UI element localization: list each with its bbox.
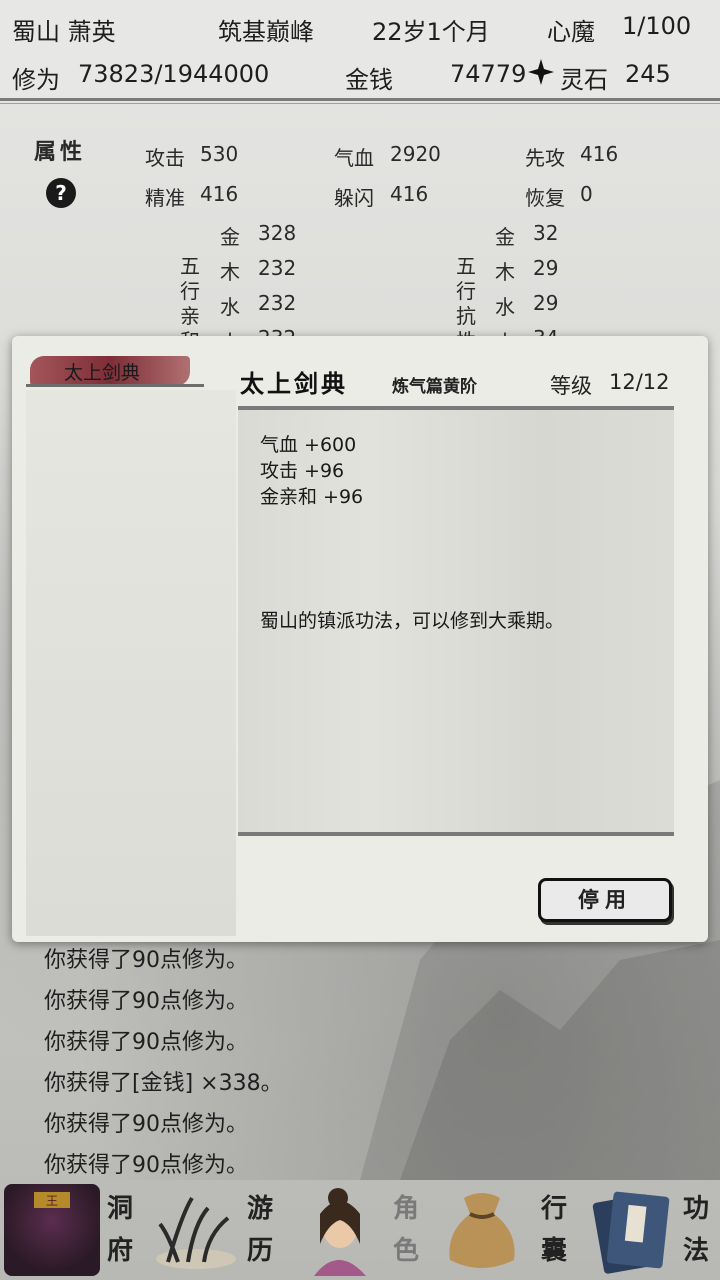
log-line: 你获得了90点修为。: [44, 948, 248, 973]
nav-label-char: 法: [682, 1236, 709, 1266]
spirit-stone-label: 灵石: [560, 66, 608, 94]
nav-cave-palace[interactable]: 王 洞 府: [0, 1180, 144, 1280]
resistance-element-value: 29: [533, 256, 559, 280]
stat-label: 精准: [145, 186, 185, 210]
nav-bag[interactable]: 行 囊: [432, 1180, 576, 1280]
cultivation-label: 修为: [12, 66, 60, 94]
nav-label-char: 功: [682, 1194, 709, 1224]
cultivation-value: 73823/1944000: [78, 60, 270, 88]
tab-underline: [26, 384, 204, 387]
stat-label: 先攻: [525, 146, 565, 170]
stat-value: 416: [390, 182, 429, 206]
help-icon[interactable]: ?: [46, 178, 76, 208]
stat-value: 416: [200, 182, 239, 206]
nav-techniques[interactable]: 功 法: [576, 1180, 720, 1280]
bottom-nav: 王 洞 府 游 历 角 色 行 囊 功 法: [0, 1180, 720, 1280]
status-bar: 蜀山 萧英 筑基巅峰 22岁1个月 心魔 1/100 修为 73823/1944…: [0, 0, 720, 100]
log-line: 你获得了90点修为。: [44, 1112, 248, 1137]
stat-value: 2920: [390, 142, 441, 166]
stat-value: 0: [580, 182, 593, 206]
nav-label-char: 历: [246, 1236, 273, 1266]
nav-travel[interactable]: 游 历: [144, 1180, 288, 1280]
attribute-panel: 属性 ? 攻击 530 气血 2920 先攻 416 精准 416 躲闪 416…: [0, 104, 720, 354]
cave-palace-icon: 王: [4, 1184, 100, 1276]
message-log[interactable]: 你获得了90点修为。 你获得了90点修为。 你获得了90点修为。 你获得了[金钱…: [0, 940, 720, 1180]
nav-character[interactable]: 角 色: [288, 1180, 432, 1280]
scroll-books-icon: [586, 1184, 682, 1276]
stat-label: 恢复: [525, 186, 565, 210]
status-row-1: 蜀山 萧英 筑基巅峰 22岁1个月 心魔 1/100: [0, 2, 720, 52]
stat-value: 416: [580, 142, 619, 166]
svg-text:王: 王: [46, 1194, 58, 1208]
technique-list-panel[interactable]: [26, 390, 236, 936]
bonus-line: 攻击 +96: [260, 460, 345, 482]
bonus-line: 金亲和 +96: [260, 486, 364, 508]
travel-grass-icon: [148, 1184, 244, 1276]
money-label: 金钱: [345, 66, 393, 94]
money-value: 74779: [450, 60, 527, 88]
stat-label: 气血: [334, 146, 374, 170]
nav-label-char: 囊: [540, 1236, 567, 1266]
log-line: 你获得了90点修为。: [44, 1153, 248, 1178]
spirit-stone-value: 245: [625, 60, 671, 88]
stat-label: 躲闪: [334, 186, 374, 210]
resistance-element-label: 木: [495, 260, 515, 284]
level-value: 12/12: [609, 370, 670, 394]
nav-label-char: 洞: [106, 1194, 133, 1224]
heart-demon-value: 1/100: [622, 12, 692, 40]
technique-grade: 炼气篇黄阶: [392, 377, 477, 397]
nav-label-char: 游: [246, 1194, 273, 1224]
status-row-2: 修为 73823/1944000 金钱 74779 灵石 245: [0, 50, 720, 100]
attribute-title: 属性: [34, 139, 87, 165]
disable-button[interactable]: 停用: [538, 878, 672, 922]
nav-label-char: 色: [392, 1236, 419, 1266]
stat-label: 攻击: [145, 146, 185, 170]
tab-technique[interactable]: 太上剑典: [64, 358, 140, 385]
heart-demon-label: 心魔: [547, 18, 595, 46]
status-divider: [0, 98, 720, 101]
bag-icon: [434, 1184, 530, 1276]
affinity-element-value: 232: [258, 256, 297, 280]
realm-label: 筑基巅峰: [218, 18, 314, 46]
level-label: 等级: [550, 374, 592, 398]
bonus-line: 气血 +600: [260, 434, 357, 456]
resistance-element-label: 金: [495, 225, 515, 249]
affinity-element-value: 232: [258, 291, 297, 315]
affinity-element-label: 金: [220, 225, 240, 249]
log-line: 你获得了[金钱] ×338。: [44, 1071, 283, 1096]
affinity-element-label: 木: [220, 260, 240, 284]
spirit-stone-icon: [527, 58, 555, 92]
affinity-element-label: 水: [220, 295, 240, 319]
character-portrait-icon: [298, 1184, 394, 1276]
log-line: 你获得了90点修为。: [44, 989, 248, 1014]
technique-name: 太上剑典: [240, 369, 348, 398]
nav-label-char: 角: [392, 1194, 419, 1224]
resistance-element-value: 32: [533, 221, 559, 245]
technique-description: 蜀山的镇派功法，可以修到大乘期。: [260, 610, 565, 632]
age-label: 22岁1个月: [372, 18, 490, 46]
log-line: 你获得了90点修为。: [44, 1030, 248, 1055]
resistance-element-value: 29: [533, 291, 559, 315]
technique-detail-box: 气血 +600 攻击 +96 金亲和 +96 蜀山的镇派功法，可以修到大乘期。: [238, 406, 674, 836]
character-name: 蜀山 萧英: [12, 18, 116, 46]
nav-label-char: 府: [106, 1236, 133, 1266]
stat-value: 530: [200, 142, 239, 166]
affinity-element-value: 328: [258, 221, 297, 245]
nav-label-char: 行: [540, 1194, 567, 1224]
technique-detail-dialog: 太上剑典 太上剑典 炼气篇黄阶 等级 12/12 气血 +600 攻击 +96 …: [12, 336, 708, 942]
resistance-element-label: 水: [495, 295, 515, 319]
